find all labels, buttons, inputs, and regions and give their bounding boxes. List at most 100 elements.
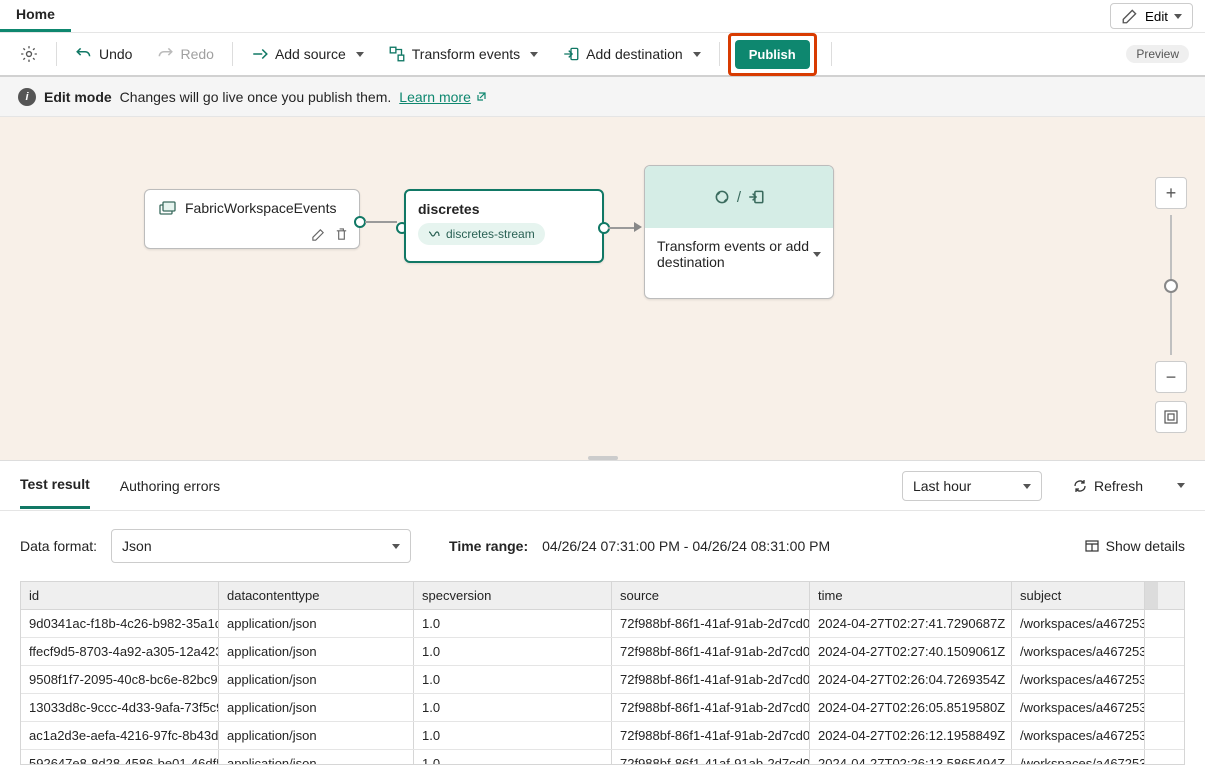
transform-icon [713, 188, 731, 206]
undo-icon [75, 45, 93, 63]
cell-id: 13033d8c-9ccc-4d33-9afa-73f5c95 [21, 694, 219, 721]
edge [365, 221, 397, 223]
cell-dct: application/json [219, 722, 414, 749]
pencil-icon [1121, 7, 1139, 25]
stream-pill: discretes-stream [418, 223, 545, 245]
destination-icon [747, 188, 765, 206]
pencil-icon[interactable] [311, 227, 326, 242]
stream-node[interactable]: discretes discretes-stream [404, 189, 604, 263]
time-range-label: Time range: [449, 538, 528, 554]
cell-id: ac1a2d3e-aefa-4216-97fc-8b43d70 [21, 722, 219, 749]
refresh-icon [1072, 478, 1088, 494]
external-link-icon [475, 91, 487, 103]
time-range-select-value: Last hour [913, 478, 971, 494]
arrow-icon [634, 222, 642, 232]
learn-more-link[interactable]: Learn more [399, 89, 487, 105]
settings-button[interactable] [10, 39, 48, 69]
undo-button[interactable]: Undo [65, 39, 142, 69]
edit-button[interactable]: Edit [1110, 3, 1193, 29]
transform-events-button[interactable]: Transform events [378, 39, 548, 69]
table-row[interactable]: 592647e8-8d28-4586-be01-46df52applicatio… [21, 750, 1184, 764]
collapse-panel-button[interactable] [1177, 483, 1185, 488]
destination-node[interactable]: / Transform events or add destination [644, 165, 834, 299]
col-header-subject[interactable]: subject [1012, 582, 1145, 609]
chevron-down-icon [392, 544, 400, 549]
redo-button: Redo [146, 39, 223, 69]
notice-text: Changes will go live once you publish th… [120, 89, 392, 105]
cell-dct: application/json [219, 694, 414, 721]
cell-dct: application/json [219, 610, 414, 637]
time-range-value: 04/26/24 07:31:00 PM - 04/26/24 08:31:00… [542, 538, 830, 554]
cell-time: 2024-04-27T02:26:13.5865494Z [810, 750, 1012, 764]
data-format-value: Json [122, 538, 152, 554]
stream-icon [428, 228, 440, 240]
add-destination-label: Add destination [586, 46, 683, 62]
resize-handle[interactable] [588, 456, 618, 460]
chevron-down-icon [813, 252, 821, 257]
cell-sv: 1.0 [414, 610, 612, 637]
zoom-in-button[interactable]: + [1155, 177, 1187, 209]
add-source-button[interactable]: Add source [241, 39, 374, 69]
table-row[interactable]: 13033d8c-9ccc-4d33-9afa-73f5c95applicati… [21, 694, 1184, 722]
col-header-time[interactable]: time [810, 582, 1012, 609]
cell-src: 72f988bf-86f1-41af-91ab-2d7cd01 [612, 610, 810, 637]
transform-icon [388, 45, 406, 63]
cell-src: 72f988bf-86f1-41af-91ab-2d7cd01 [612, 666, 810, 693]
col-header-datacontenttype[interactable]: datacontenttype [219, 582, 414, 609]
zoom-slider-thumb[interactable] [1164, 279, 1178, 293]
stream-node-title: discretes [418, 201, 590, 217]
data-format-select[interactable]: Json [111, 529, 411, 563]
publish-button[interactable]: Publish [735, 40, 810, 69]
zoom-slider[interactable] [1170, 215, 1172, 355]
cell-time: 2024-04-27T02:26:05.8519580Z [810, 694, 1012, 721]
stream-pill-label: discretes-stream [446, 227, 535, 241]
source-node[interactable]: FabricWorkspaceEvents [144, 189, 360, 249]
source-icon [157, 200, 177, 220]
col-header-id[interactable]: id [21, 582, 219, 609]
add-destination-button[interactable]: Add destination [552, 39, 711, 69]
cell-subj: /workspaces/a467253e- [1012, 610, 1145, 637]
grid-body[interactable]: 9d0341ac-f18b-4c26-b982-35a1d1fapplicati… [21, 610, 1184, 764]
table-row[interactable]: 9508f1f7-2095-40c8-bc6e-82bc942applicati… [21, 666, 1184, 694]
cell-time: 2024-04-27T02:26:12.1958849Z [810, 722, 1012, 749]
chevron-down-icon [356, 52, 364, 57]
cell-sv: 1.0 [414, 750, 612, 764]
grid-header: id datacontenttype specversion source ti… [21, 582, 1184, 610]
dest-head-sep: / [737, 189, 741, 206]
table-row[interactable]: ac1a2d3e-aefa-4216-97fc-8b43d70applicati… [21, 722, 1184, 750]
cell-id: 592647e8-8d28-4586-be01-46df52 [21, 750, 219, 764]
edit-button-label: Edit [1145, 9, 1168, 24]
tab-authoring-errors[interactable]: Authoring errors [120, 464, 220, 508]
table-row[interactable]: 9d0341ac-f18b-4c26-b982-35a1d1fapplicati… [21, 610, 1184, 638]
show-details-button[interactable]: Show details [1084, 538, 1185, 554]
cell-src: 72f988bf-86f1-41af-91ab-2d7cd01 [612, 750, 810, 764]
refresh-label: Refresh [1094, 478, 1143, 494]
destination-text: Transform events or add destination [657, 238, 809, 270]
tab-test-result[interactable]: Test result [20, 462, 90, 509]
trash-icon[interactable] [334, 227, 349, 242]
cell-dct: application/json [219, 666, 414, 693]
cell-subj: /workspaces/a467253e- [1012, 638, 1145, 665]
time-range-select[interactable]: Last hour [902, 471, 1042, 501]
cell-src: 72f988bf-86f1-41af-91ab-2d7cd01 [612, 722, 810, 749]
fit-to-screen-button[interactable] [1155, 401, 1187, 433]
cell-src: 72f988bf-86f1-41af-91ab-2d7cd01 [612, 694, 810, 721]
cell-subj: /workspaces/a467253e- [1012, 750, 1145, 764]
table-row[interactable]: ffecf9d5-8703-4a92-a305-12a423bapplicati… [21, 638, 1184, 666]
zoom-out-button[interactable]: − [1155, 361, 1187, 393]
col-header-specversion[interactable]: specversion [414, 582, 612, 609]
chevron-down-icon [530, 52, 538, 57]
refresh-button[interactable]: Refresh [1072, 478, 1143, 494]
cell-src: 72f988bf-86f1-41af-91ab-2d7cd01 [612, 638, 810, 665]
canvas[interactable]: FabricWorkspaceEvents discretes discrete… [0, 117, 1205, 461]
col-header-source[interactable]: source [612, 582, 810, 609]
cell-subj: /workspaces/a467253e- [1012, 694, 1145, 721]
add-source-icon [251, 45, 269, 63]
redo-icon [156, 45, 174, 63]
publish-highlight: Publish [728, 33, 817, 76]
cell-subj: /workspaces/a467253e- [1012, 722, 1145, 749]
tab-home[interactable]: Home [0, 0, 71, 32]
source-node-title: FabricWorkspaceEvents [185, 200, 336, 216]
cell-id: 9508f1f7-2095-40c8-bc6e-82bc942 [21, 666, 219, 693]
chevron-down-icon [693, 52, 701, 57]
